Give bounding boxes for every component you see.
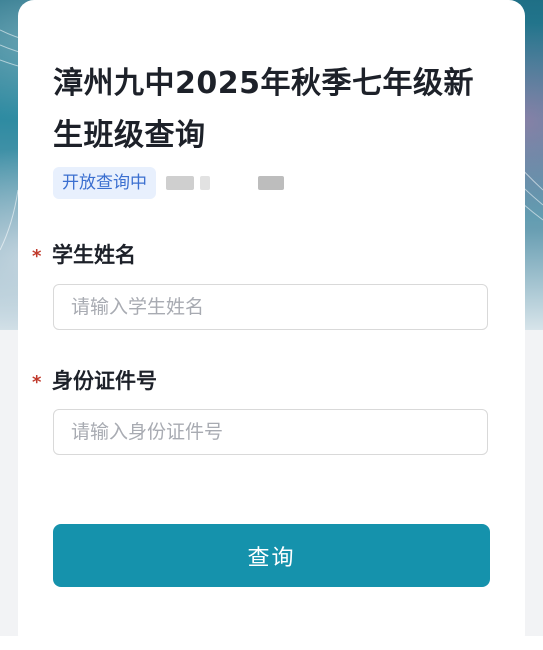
student-name-label-text: 学生姓名: [52, 243, 136, 267]
id-number-label-text: 身份证件号: [52, 369, 157, 393]
status-row: 开放查询中: [53, 166, 284, 200]
id-number-label: * 身份证件号: [32, 366, 157, 398]
student-name-input[interactable]: [53, 284, 488, 330]
required-mark: *: [32, 246, 42, 267]
required-mark: *: [32, 372, 42, 393]
status-badge: 开放查询中: [53, 167, 156, 199]
page-title: 漳州九中2025年秋季七年级新生班级查询: [53, 66, 474, 153]
id-number-input[interactable]: [53, 409, 488, 455]
redacted-block: [258, 176, 284, 190]
query-card: 漳州九中2025年秋季七年级新生班级查询 开放查询中 *学生姓名 *身份证件号 …: [18, 0, 525, 650]
query-button[interactable]: 查询: [53, 524, 490, 587]
student-name-label: * 学生姓名: [32, 240, 136, 272]
redacted-block: [200, 176, 210, 190]
redacted-block: [166, 176, 194, 190]
